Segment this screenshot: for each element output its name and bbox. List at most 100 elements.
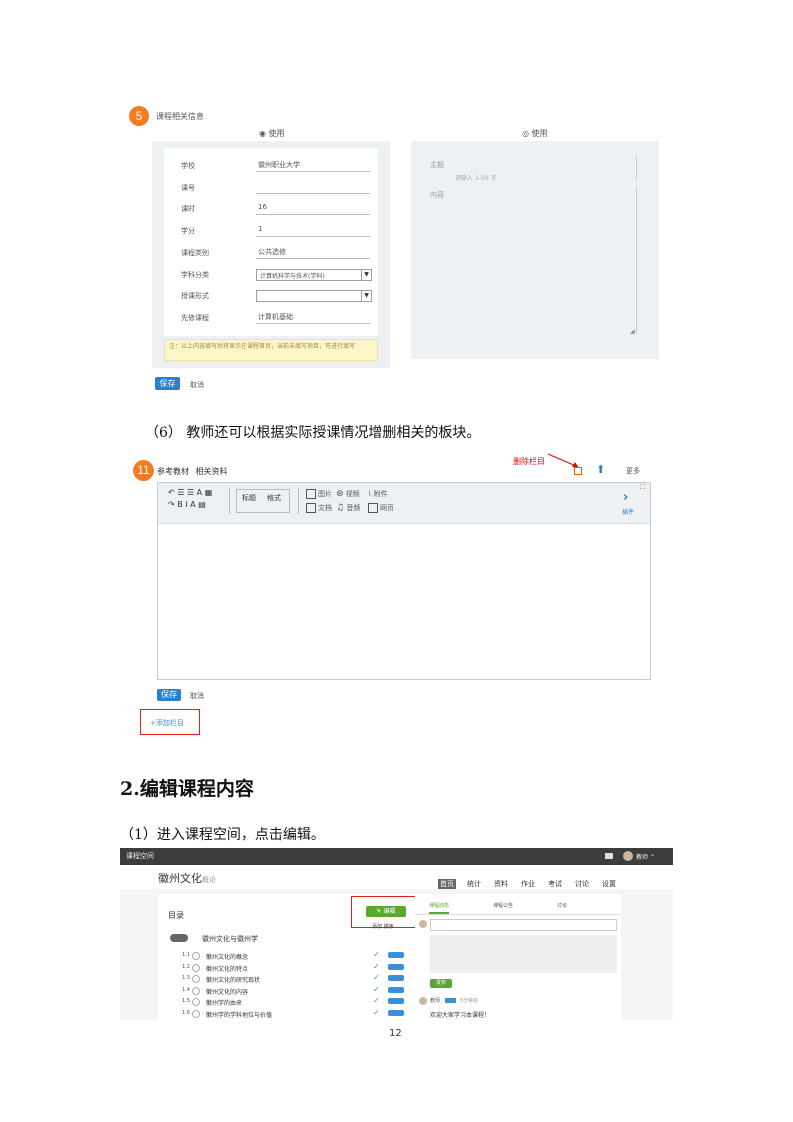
post-textarea[interactable] (430, 935, 617, 973)
post-input[interactable] (430, 919, 617, 931)
post-button[interactable]: 发布 (430, 979, 452, 988)
form-select-value: 计算机科学与技术(学科) (260, 272, 325, 280)
nav-tab[interactable]: 设置 (600, 879, 618, 889)
dropdown-arrow-icon[interactable]: ▼ (361, 291, 371, 302)
nav-tab[interactable]: 统计 (465, 879, 483, 889)
video-icon: ⊛ (336, 489, 344, 499)
user-name[interactable]: 教师 (636, 852, 648, 861)
status-circle-icon (192, 952, 200, 960)
right-tab-use[interactable]: ◎ 使用 (522, 128, 548, 139)
chevron-right-icon[interactable]: › (623, 490, 628, 505)
top-bar: 课程空间 教师 ⌄ (120, 848, 673, 865)
avatar[interactable] (623, 851, 633, 861)
toolbar-webpage[interactable]: 网页 (368, 503, 394, 513)
save-button[interactable]: 保存 (155, 377, 180, 390)
catalog-item[interactable]: 徽州学的学科地位与价值 (206, 1010, 272, 1019)
catalog-item-number: 1.3 (182, 975, 190, 981)
status-badge (388, 998, 404, 1004)
activity-tab[interactable]: 课程公告 (493, 902, 513, 909)
nav-tab[interactable]: 资料 (492, 879, 510, 889)
comment-text: 欢迎大家学习本课程！ (430, 1012, 491, 1019)
status-circle-icon (192, 963, 200, 972)
check-icon: ✓ (373, 1007, 380, 1017)
section-header-textbook: 参考教材 相关资料 (157, 467, 228, 476)
toolbar-plugins[interactable]: 插件 (622, 507, 634, 516)
add-column-link[interactable]: +添加栏目 (150, 718, 184, 728)
cancel-link[interactable]: 取消 (190, 380, 204, 390)
topic-divider (636, 156, 637, 180)
resize-handle-icon[interactable]: ◢ (630, 328, 635, 335)
form-input-value[interactable]: 公共选修 (258, 247, 286, 257)
form-select[interactable]: ▼ (256, 290, 372, 303)
form-label: 课时 (181, 205, 195, 214)
form-input-underline (256, 171, 370, 172)
course-header: 徽州文化概论 首页 统计 资料 作业 考试 讨论 设置 (120, 865, 673, 889)
save-button-2[interactable]: 保存 (157, 689, 181, 701)
status-badge (388, 975, 404, 981)
nav-tab[interactable]: 讨论 (573, 879, 591, 889)
form-select[interactable]: 计算机科学与技术(学科) ▼ (256, 268, 372, 281)
toolbar-format-row1[interactable]: ↶ ☰ ☰ A ▦ (168, 488, 212, 497)
dropdown-arrow-icon[interactable]: ▼ (361, 269, 371, 280)
toolbar-document[interactable]: 文档 (306, 503, 332, 513)
form-input-value[interactable]: 16 (258, 203, 267, 211)
edit-button[interactable]: ✎ 编辑 (366, 906, 406, 917)
cancel-link-2[interactable]: 取消 (190, 691, 204, 701)
toolbar-video[interactable]: ⊛ 视频 (336, 489, 360, 499)
toolbar-format-row2[interactable]: ↷ B I A ▤ (168, 500, 206, 509)
catalog-item[interactable]: 徽州文化的研究现状 (206, 975, 260, 984)
left-tab-use[interactable]: ◉ 使用 (259, 128, 285, 139)
delete-icon[interactable] (574, 467, 582, 475)
topic-placeholder[interactable]: 请输入 1-50 字 (455, 173, 496, 182)
status-circle-icon (192, 1009, 200, 1018)
radio-icon: ◎ (522, 129, 532, 138)
toolbar-format: 格式 (267, 494, 281, 502)
toolbar-audio[interactable]: ♫ 音频 (336, 503, 360, 513)
toolbar-image[interactable]: 图片 (306, 489, 332, 499)
status-badge (388, 1009, 404, 1016)
course-title: 徽州文化概论 (158, 872, 216, 885)
document-icon (306, 503, 316, 513)
check-icon: ✓ (373, 996, 380, 1005)
catalog-item[interactable]: 徽州学的由来 (206, 998, 242, 1007)
topic-label: 主题 (430, 161, 444, 169)
editor-toolbar (158, 483, 650, 524)
chapter-title: 徽州文化与徽州学 (202, 935, 258, 943)
message-icon[interactable] (605, 853, 613, 859)
expand-icon[interactable]: ⛶ (640, 483, 645, 492)
form-input-value[interactable]: 1 (258, 225, 262, 233)
comment-author: 教师 (430, 998, 441, 1004)
check-icon: ✓ (373, 984, 380, 994)
nav-tab[interactable]: 考试 (546, 879, 564, 889)
catalog-item[interactable]: 徽州文化的内容 (206, 987, 248, 996)
toolbar-heading-box[interactable]: 标题 格式 (236, 489, 290, 513)
status-badge (388, 952, 404, 958)
step-badge-5: 5 (129, 106, 149, 126)
activity-tab[interactable]: 讨论 (557, 902, 567, 909)
form-input-value[interactable]: 徽州职业大学 (258, 160, 300, 170)
toolbar-attachment[interactable]: ⌇ 附件 (368, 489, 388, 499)
chevron-down-icon[interactable]: ⌄ (650, 851, 655, 858)
edit-sub-actions[interactable]: 添加 排序 (372, 923, 394, 930)
form-input-value[interactable]: 计算机基础 (258, 312, 293, 322)
toolbar-separator-2 (298, 488, 299, 514)
check-icon: ✓ (373, 973, 380, 982)
chapter-toggle-icon[interactable] (170, 934, 188, 942)
catalog-item-number: 1.6 (182, 1009, 190, 1016)
nav-tab[interactable]: 首页 (438, 879, 456, 889)
activity-tab[interactable]: 课程动态 (429, 902, 450, 914)
content-label: 内容 (430, 191, 444, 199)
catalog-item[interactable]: 徽州文化的特点 (206, 964, 248, 973)
section-header: 课程相关信息 (156, 112, 204, 121)
teacher-badge (445, 998, 456, 1003)
nav-tab[interactable]: 作业 (519, 879, 537, 889)
form-label: 课程类别 (181, 248, 209, 257)
catalog-item-number: 1.2 (182, 963, 190, 970)
content-textarea-border[interactable] (636, 186, 637, 334)
webpage-icon (368, 503, 378, 513)
move-up-icon[interactable]: ⬆ (596, 463, 605, 476)
delete-column-annotation: 删除栏目 (513, 457, 545, 466)
more-link[interactable]: 更多 (626, 466, 640, 476)
catalog-item[interactable]: 徽州文化的概念 (206, 952, 248, 961)
radio-icon: ◉ (259, 129, 269, 138)
